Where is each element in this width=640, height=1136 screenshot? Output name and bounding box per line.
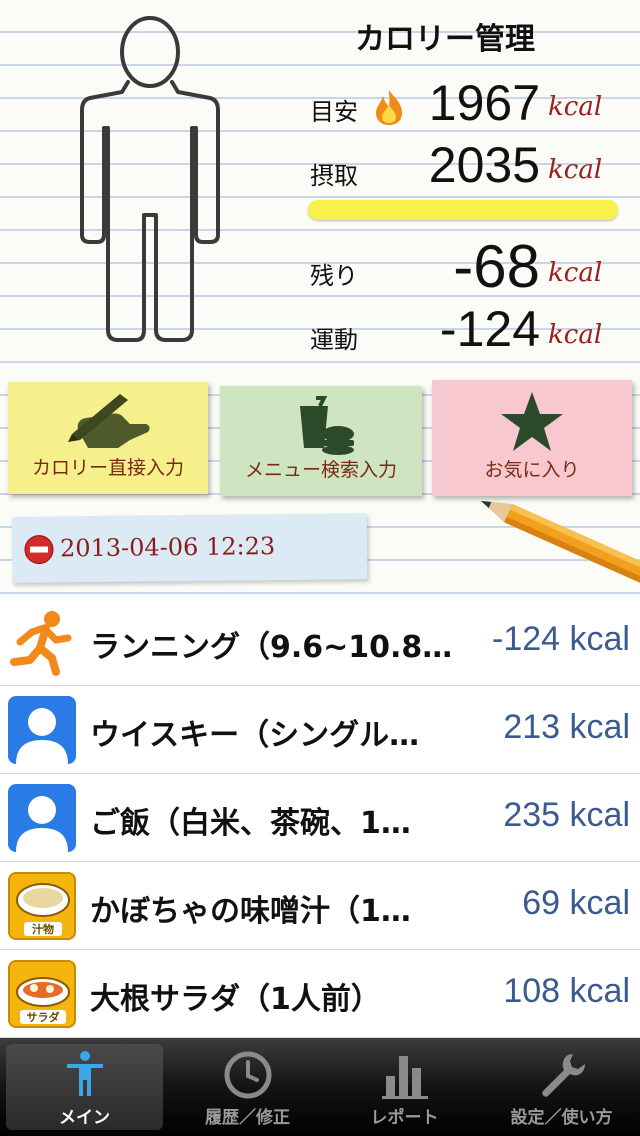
date-note[interactable]: 2013-04-06 12:23 — [11, 513, 368, 583]
entry-name: ランニング（9.6~10.8… — [90, 630, 453, 665]
entry-name: ウイスキー（シングル… — [90, 718, 420, 753]
favorites-button[interactable]: お気に入り — [432, 380, 632, 496]
tab-main-label: メイン — [59, 1108, 110, 1128]
list-item[interactable]: ご飯（白米、茶碗、1… 235 kcal — [0, 774, 640, 862]
body-outline-icon — [80, 16, 220, 342]
list-item[interactable]: ランニング（9.6~10.8… -124 kcal — [0, 598, 640, 686]
person-icon — [66, 1051, 103, 1096]
flame-icon — [376, 90, 402, 125]
tab-history[interactable]: 履歴／修正 — [169, 1038, 326, 1136]
intake-progress-fill — [308, 200, 618, 220]
entry-calories: 69 kcal — [522, 884, 630, 922]
tab-report-label: レポート — [370, 1108, 439, 1128]
entry-name: かぼちゃの味噌汁（1… — [90, 894, 411, 929]
target-label: 目安 — [310, 98, 358, 126]
pencil-icon — [480, 500, 640, 595]
tab-settings[interactable]: 設定／使い方 — [483, 1038, 640, 1136]
svg-text:汁物: 汁物 — [32, 922, 54, 936]
remain-label: 残り — [310, 262, 358, 290]
entries-list: ランニング（9.6~10.8… -124 kcal ウイスキー（シングル… 21… — [0, 598, 640, 1038]
person-placeholder-icon — [8, 696, 76, 764]
hand-writing-icon — [68, 394, 150, 448]
star-icon — [501, 392, 563, 451]
notebook-background: カロリー管理 目安 1967 kcal 摂取 2035 kcal 残り -68 … — [0, 0, 640, 600]
direct-input-button[interactable]: カロリー直接入力 — [8, 382, 208, 494]
person-placeholder-icon — [8, 784, 76, 852]
target-value: 1967 — [428, 75, 540, 131]
direct-input-label: カロリー直接入力 — [31, 457, 184, 479]
tab-settings-label: 設定／使い方 — [510, 1108, 613, 1128]
list-item[interactable]: ウイスキー（シングル… 213 kcal — [0, 686, 640, 774]
entry-name: ご飯（白米、茶碗、1… — [90, 806, 411, 841]
running-person-icon — [8, 608, 76, 676]
exercise-unit: kcal — [548, 320, 603, 350]
entry-calories: -124 kcal — [492, 620, 630, 658]
entry-calories: 235 kcal — [503, 796, 630, 834]
intake-unit: kcal — [548, 155, 603, 185]
menu-search-button[interactable]: メニュー検索入力 — [220, 386, 422, 496]
clock-icon — [224, 1051, 271, 1099]
entry-calories: 108 kcal — [503, 972, 630, 1010]
soup-icon: 汁物 — [8, 872, 76, 940]
target-unit: kcal — [548, 92, 603, 122]
date-text: 2013-04-06 12:23 — [59, 532, 276, 563]
remain-value: -68 — [453, 233, 540, 300]
intake-label: 摂取 — [310, 162, 358, 190]
fast-food-icon — [300, 396, 354, 455]
page-title: カロリー管理 — [355, 22, 535, 57]
tab-history-label: 履歴／修正 — [205, 1108, 290, 1128]
favorites-label: お気に入り — [484, 459, 580, 481]
tab-report[interactable]: レポート — [326, 1038, 483, 1136]
exercise-label: 運動 — [310, 326, 358, 354]
intake-progress-bar — [308, 200, 618, 220]
remain-unit: kcal — [548, 258, 603, 288]
entry-calories: 213 kcal — [503, 708, 630, 746]
wrench-icon — [541, 1054, 585, 1097]
entry-name: 大根サラダ（1人前） — [90, 982, 381, 1017]
salad-icon: サラダ — [8, 960, 76, 1028]
menu-search-label: メニュー検索入力 — [244, 459, 397, 481]
tab-bar: メイン 履歴／修正 レポート 設定／使い方 — [0, 1038, 640, 1136]
exercise-value: -124 — [439, 301, 540, 357]
intake-value: 2035 — [428, 137, 540, 193]
svg-text:サラダ: サラダ — [27, 1010, 60, 1024]
bar-chart-icon — [381, 1056, 428, 1099]
list-item[interactable]: 汁物 かぼちゃの味噌汁（1… 69 kcal — [0, 862, 640, 950]
list-item[interactable]: サラダ 大根サラダ（1人前） 108 kcal — [0, 950, 640, 1038]
tab-main[interactable]: メイン — [6, 1044, 163, 1130]
delete-icon[interactable] — [24, 534, 54, 565]
